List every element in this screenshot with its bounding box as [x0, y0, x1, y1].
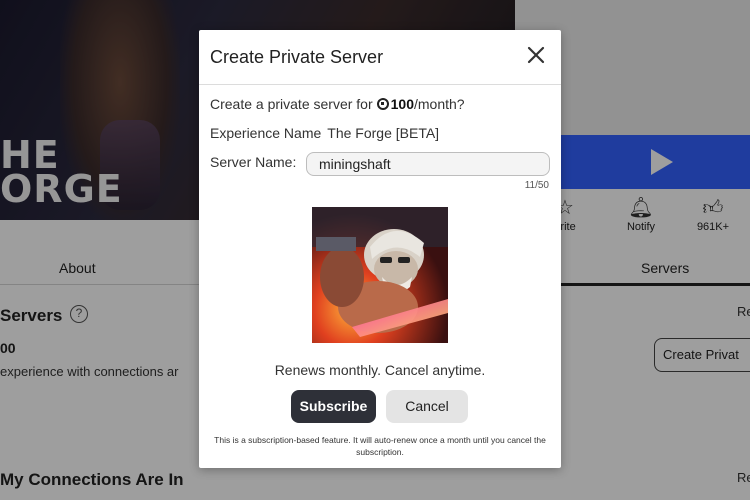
server-name-input[interactable] [306, 152, 550, 176]
create-private-server-dialog: Create Private Server Create a private s… [199, 30, 561, 468]
experience-thumbnail [312, 207, 448, 343]
price-value: 100 [390, 96, 414, 112]
cancel-button[interactable]: Cancel [386, 390, 468, 423]
price-prompt: Create a private server for 100/month? [210, 96, 465, 112]
close-button[interactable] [523, 42, 549, 68]
renew-notice: Renews monthly. Cancel anytime. [274, 362, 486, 378]
subscription-disclaimer: This is a subscription-based feature. It… [214, 435, 546, 457]
robux-icon [376, 98, 389, 110]
dialog-header: Create Private Server [199, 30, 561, 85]
experience-name-value: The Forge [BETA] [327, 125, 440, 141]
subscribe-button[interactable]: Subscribe [291, 390, 376, 423]
thumbnail-art [312, 207, 448, 343]
character-count: 11/50 [524, 180, 549, 191]
experience-name-row: Experience Name The Forge [BETA] [210, 125, 439, 141]
close-icon [527, 46, 545, 64]
experience-name-label: Experience Name [210, 125, 322, 141]
dialog-title: Create Private Server [210, 47, 384, 67]
server-name-label: Server Name: [210, 154, 297, 170]
